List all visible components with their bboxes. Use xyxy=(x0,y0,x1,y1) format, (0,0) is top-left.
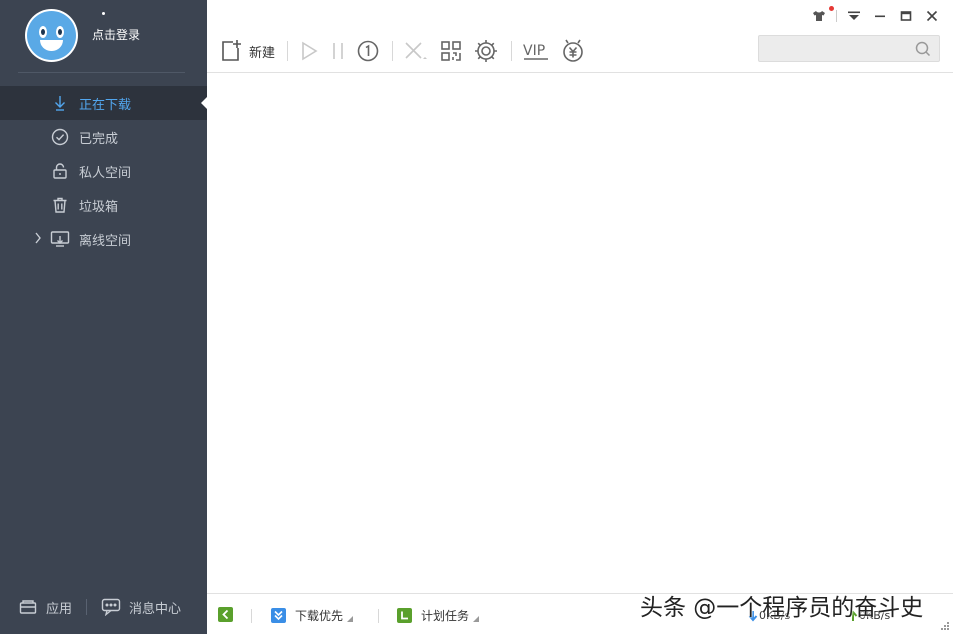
message-center-label: 消息中心 xyxy=(129,601,182,617)
skin-button[interactable] xyxy=(806,6,834,26)
resize-grip-icon[interactable] xyxy=(941,622,949,630)
main-menu-button[interactable] xyxy=(841,6,867,26)
start-button[interactable] xyxy=(298,36,320,66)
pause-button[interactable] xyxy=(330,36,346,66)
maximize-icon xyxy=(900,11,912,21)
speed-limit-icon xyxy=(357,40,379,62)
apps-button[interactable]: 应用 xyxy=(18,597,72,617)
sidebar-divider xyxy=(18,72,185,73)
lock-icon xyxy=(50,161,70,181)
download-priority-button[interactable]: 下载优先 xyxy=(271,607,354,624)
toolbar-separator xyxy=(511,41,513,61)
message-center-button[interactable]: 消息中心 xyxy=(101,597,181,617)
play-icon xyxy=(302,41,318,61)
main-toolbar: 新建 VIP xyxy=(219,36,596,66)
sidebar-item-trash[interactable]: 垃圾箱 xyxy=(0,188,207,222)
accelerate-gear-icon xyxy=(475,40,498,62)
download-priority-label: 下载优先 xyxy=(295,609,344,623)
close-button[interactable] xyxy=(919,6,945,26)
delete-x-icon xyxy=(405,42,428,59)
sidebar-bottom-bar: 应用 消息中心 xyxy=(0,592,207,622)
schedule-icon xyxy=(397,608,412,623)
search-input[interactable] xyxy=(759,36,909,61)
qr-code-button[interactable] xyxy=(439,36,463,66)
search-box[interactable] xyxy=(758,35,940,62)
dropdown-corner-icon xyxy=(347,615,354,622)
watermark-text: 头条 @一个程序员的奋斗史 xyxy=(640,595,924,621)
wallet-button[interactable] xyxy=(560,36,586,66)
toolbar-separator xyxy=(287,41,289,61)
chevron-left-icon xyxy=(218,607,233,622)
apps-box-icon xyxy=(18,597,38,617)
sidebar-item-label: 离线空间 xyxy=(79,233,132,249)
vip-icon: VIP xyxy=(523,43,549,60)
svg-text:VIP: VIP xyxy=(523,43,545,59)
controls-separator xyxy=(836,10,837,22)
status-dot xyxy=(102,12,105,15)
bottom-separator xyxy=(86,599,88,615)
sidebar-item-downloading[interactable]: 正在下载 xyxy=(0,86,207,120)
scheduled-task-button[interactable]: 计划任务 xyxy=(397,607,480,624)
new-task-label: 新建 xyxy=(249,45,276,61)
user-avatar[interactable] xyxy=(25,9,78,62)
sidebar-item-offline-space[interactable]: 离线空间 xyxy=(0,222,207,256)
sidebar-item-private-space[interactable]: 私人空间 xyxy=(0,154,207,188)
vip-button[interactable]: VIP xyxy=(522,36,550,66)
download-list-area[interactable] xyxy=(207,73,953,593)
minimize-icon xyxy=(875,15,885,18)
toolbar-separator xyxy=(392,41,394,61)
yen-wallet-icon xyxy=(563,39,583,62)
tshirt-icon xyxy=(813,11,825,21)
cloud-offline-icon xyxy=(50,229,70,249)
avatar-face-icon xyxy=(27,11,76,60)
collapse-panel-button[interactable] xyxy=(218,607,242,622)
scheduled-task-label: 计划任务 xyxy=(421,609,470,623)
sidebar-item-label: 正在下载 xyxy=(79,97,132,113)
maximize-button[interactable] xyxy=(893,6,919,26)
check-circle-icon xyxy=(50,127,70,147)
window-controls xyxy=(806,6,945,26)
pause-icon xyxy=(333,43,343,59)
chevron-right-icon[interactable] xyxy=(34,231,42,249)
double-chevron-down-icon xyxy=(271,608,286,623)
menu-dropdown-icon xyxy=(848,11,860,20)
qr-code-icon xyxy=(441,41,461,61)
notification-dot xyxy=(829,6,834,11)
speed-limit-button[interactable] xyxy=(356,36,380,66)
status-separator xyxy=(378,609,379,623)
download-arrow-icon xyxy=(50,93,70,113)
minimize-button[interactable] xyxy=(867,6,893,26)
sidebar-nav: 正在下载 已完成 私人空间 垃圾箱 离线空间 xyxy=(0,86,207,256)
sidebar-item-label: 已完成 xyxy=(79,131,119,147)
new-file-icon xyxy=(222,40,241,61)
accelerate-button[interactable] xyxy=(473,36,499,66)
dropdown-corner-icon xyxy=(473,615,480,622)
close-icon xyxy=(926,10,938,22)
new-task-button[interactable]: 新建 xyxy=(219,36,275,66)
sidebar-item-completed[interactable]: 已完成 xyxy=(0,120,207,154)
trash-icon xyxy=(50,195,70,215)
apps-label: 应用 xyxy=(46,601,73,617)
delete-button[interactable] xyxy=(403,36,429,66)
sidebar: 点击登录 正在下载 已完成 私人空间 垃圾箱 离线空间 应用 消息中心 xyxy=(0,0,207,634)
chat-bubble-icon xyxy=(101,597,121,617)
login-link[interactable]: 点击登录 xyxy=(92,26,140,43)
sidebar-item-label: 垃圾箱 xyxy=(79,199,119,215)
search-icon[interactable] xyxy=(915,41,931,61)
status-separator xyxy=(251,609,252,623)
sidebar-item-label: 私人空间 xyxy=(79,165,132,181)
